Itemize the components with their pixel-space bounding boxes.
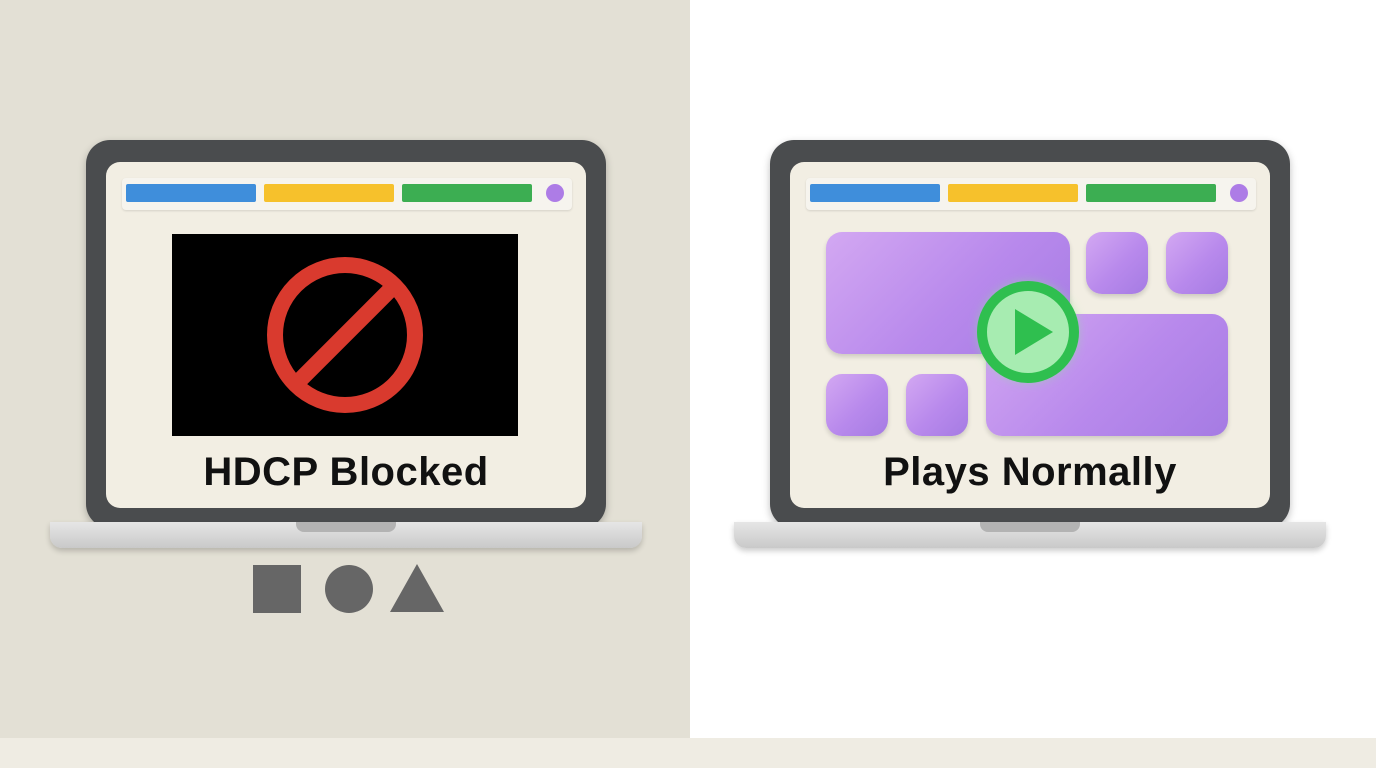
content-tile[interactable] bbox=[1086, 232, 1148, 294]
caption-working: Plays Normally bbox=[883, 450, 1177, 494]
content-tile[interactable] bbox=[1166, 232, 1228, 294]
laptop-lid: HDCP Blocked bbox=[86, 140, 606, 528]
prohibited-icon bbox=[267, 257, 423, 413]
play-icon[interactable] bbox=[968, 272, 1088, 392]
profile-dot-icon[interactable] bbox=[546, 184, 564, 202]
bottom-strip bbox=[0, 738, 1376, 768]
caption-blocked: HDCP Blocked bbox=[203, 450, 489, 494]
laptop-screen: HDCP Blocked bbox=[106, 162, 586, 508]
square-icon bbox=[253, 565, 301, 613]
browser-tab[interactable] bbox=[1086, 184, 1216, 202]
browser-toolbar bbox=[122, 178, 572, 210]
profile-dot-icon[interactable] bbox=[1230, 184, 1248, 202]
browser-tab[interactable] bbox=[402, 184, 532, 202]
laptop-working: Plays Normally bbox=[734, 140, 1334, 550]
content-tile[interactable] bbox=[826, 374, 888, 436]
browser-tab[interactable] bbox=[810, 184, 940, 202]
browser-tab[interactable] bbox=[126, 184, 256, 202]
triangle-icon bbox=[390, 564, 444, 612]
laptop-notch bbox=[980, 522, 1080, 532]
browser-tab[interactable] bbox=[948, 184, 1078, 202]
content-tile[interactable] bbox=[906, 374, 968, 436]
browser-toolbar bbox=[806, 178, 1256, 210]
shape-legend bbox=[252, 562, 452, 618]
laptop-blocked: HDCP Blocked bbox=[50, 140, 650, 550]
laptop-notch bbox=[296, 522, 396, 532]
laptop-screen: Plays Normally bbox=[790, 162, 1270, 508]
browser-tab[interactable] bbox=[264, 184, 394, 202]
circle-icon bbox=[325, 565, 373, 613]
laptop-lid: Plays Normally bbox=[770, 140, 1290, 528]
blocked-video-area bbox=[172, 234, 518, 436]
